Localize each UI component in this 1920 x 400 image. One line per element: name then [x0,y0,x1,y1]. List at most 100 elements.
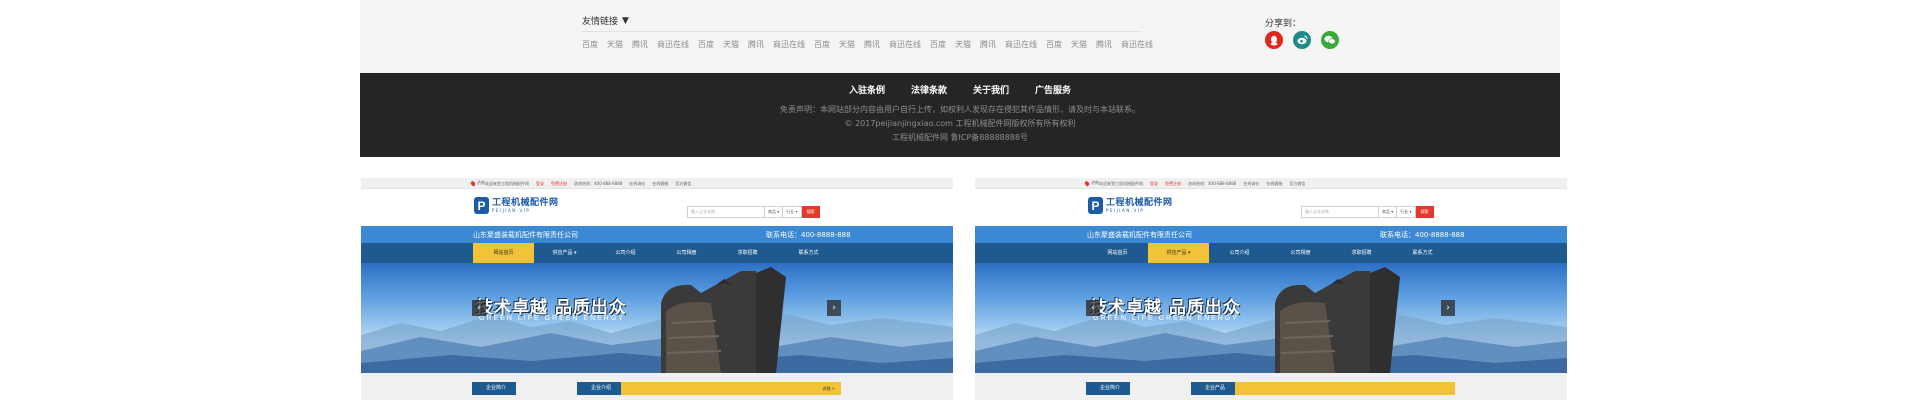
banner-prev-arrow[interactable]: ‹ [472,300,486,316]
search-bar: 输入企业名称 商品 ▾ 行业 ▾ 搜索 [687,206,820,218]
footer-nav-link[interactable]: 入驻条例 [849,83,885,96]
tab-company-detail[interactable]: 企业介绍 [577,382,622,395]
company-name: 山东聚盛装载机配件有限责任公司 [473,231,578,239]
tab-company-intro[interactable]: 企业简介 [472,382,517,395]
friend-link[interactable]: 百度 [930,39,946,50]
topbar-link[interactable]: 在线客服 [1266,181,1282,187]
mountain-scenery [361,267,953,373]
friend-link[interactable]: 商迅在线 [1121,39,1153,50]
city-selector[interactable]: 济南 [469,179,485,187]
search-bar: 输入企业名称 商品 ▾ 行业 ▾ 搜索 [1301,206,1434,218]
page: 友情链接 ▼ 百度 天猫 腾讯 商迅在线 百度 天猫 腾讯 商迅在线 百度 天猫 腾讯 商迅在线 百度天… [0,0,1920,400]
nav-item[interactable]: 供应产品 ▾ [1148,243,1209,263]
nav-item[interactable]: 求职招聘 [1331,243,1392,263]
friend-link[interactable]: 天猫 [607,39,623,50]
friend-link[interactable]: 商迅在线 [773,39,805,50]
topbar-link[interactable]: 在线客服 [652,181,668,187]
search-industry-select[interactable]: 行业 ▾ [1397,206,1416,218]
search-type-select[interactable]: 商品 ▾ [1379,206,1398,218]
tab-company-detail[interactable]: 企业产品 [1191,382,1236,395]
footer-icp: 工程机械配件网 鲁ICP备88888888号 [891,133,1029,142]
nav-item[interactable]: 网站首页 [1087,243,1148,263]
topbar-link: 欢迎来到工程机械配件网 [485,181,529,186]
tab-strip: 企业产品 [1191,382,1455,395]
weibo-icon[interactable] [1293,31,1311,49]
topbar-link[interactable]: 免费注册 [551,181,567,187]
company-phone: 联系电话：400-8888-888 [1380,231,1465,239]
topbar-links: 欢迎来到工程机械配件网 登录 免费注册 咨询热线：400-888-8888 在线询价 在线… [485,181,691,187]
company-band: 山东聚盛装载机配件有限责任公司 联系电话：400-8888-888 [361,226,953,243]
city-label: 济南 [477,180,485,185]
logo-text: 工程机械配件网 PEIJIAN.VIP [1106,198,1173,214]
logo-text: 工程机械配件网 PEIJIAN.VIP [492,198,559,214]
friend-link[interactable]: 商迅在线 [1005,39,1037,50]
topbar-links: 欢迎来到工程机械配件网 登录 免费注册 咨询热线：400-888-8888 在线询价 在线… [1099,181,1305,187]
friend-link[interactable]: 商迅在线 [889,39,921,50]
friend-link[interactable]: 百度 [1046,39,1062,50]
search-input[interactable]: 输入企业名称 [687,206,765,218]
search-button[interactable]: 搜索 [801,206,820,218]
search-type-select[interactable]: 商品 ▾ [765,206,784,218]
banner-prev-arrow[interactable]: ‹ [1086,300,1100,316]
friend-link[interactable]: 商迅在线 [657,39,689,50]
topbar-link[interactable]: 免费注册 [1165,181,1181,187]
footer-nav-link[interactable]: 法律条款 [911,83,947,96]
friend-link[interactable]: 天猫 [1071,39,1087,50]
qq-icon[interactable] [1265,31,1283,49]
company-name: 山东聚盛装载机配件有限责任公司 [1087,231,1192,239]
city-selector[interactable]: 济南 [1083,179,1099,187]
topbar-link[interactable]: 登录 [1150,181,1158,187]
topbar-link[interactable]: 官方微信 [1289,181,1305,187]
topbar-link[interactable]: 登录 [536,181,544,187]
nav-item[interactable]: 供应产品 ▾ [534,243,595,263]
more-link[interactable]: 详细 > [822,382,835,395]
nav-item[interactable]: 公司相册 [656,243,717,263]
friend-link[interactable]: 天猫 [723,39,739,50]
footer-nav: 入驻条例 法律条款 关于我们 广告服务 [360,83,1560,96]
friend-links-dropdown[interactable]: 友情链接 ▼ [582,14,629,28]
friend-link[interactable]: 百度 [814,39,830,50]
banner-next-arrow[interactable]: › [1441,300,1455,316]
nav-item[interactable]: 联系方式 [1392,243,1453,263]
nav-item[interactable]: 公司介绍 [1209,243,1270,263]
location-pin-icon [469,179,477,187]
friend-link[interactable]: 天猫 [839,39,855,50]
topbar-link[interactable]: 官方微信 [675,181,691,187]
friend-link[interactable]: 腾讯 [748,39,764,50]
friend-link[interactable]: 天猫 [955,39,971,50]
preview-topbar: 济南 欢迎来到工程机械配件网 登录 免费注册 咨询热线：400-888-8888 在线询价… [361,178,953,189]
friend-link[interactable]: 腾讯 [1096,39,1112,50]
preview-header: P 工程机械配件网 PEIJIAN.VIP 输入企业名称 商品 ▾ 行业 ▾ 搜索 [975,189,1567,226]
banner-next-arrow[interactable]: › [827,300,841,316]
friend-link[interactable]: 腾讯 [980,39,996,50]
footer-disclaimer: 免责声明：本网站部分内容由用户自行上传，如权利人发现存在侵犯其作品情形，请及时与… [780,105,1140,114]
nav-item[interactable]: 公司相册 [1270,243,1331,263]
search-industry-select[interactable]: 行业 ▾ [783,206,802,218]
mountain-scenery [975,267,1567,373]
friend-links-section: 友情链接 ▼ 百度 天猫 腾讯 商迅在线 百度 天猫 腾讯 商迅在线 百度 天猫 腾讯 商迅在线 百度天… [360,0,1560,73]
nav-item[interactable]: 联系方式 [778,243,839,263]
banner-subtitle: GREEN LIFE GREEN ENERGY [1093,315,1239,322]
friend-link[interactable]: 百度 [698,39,714,50]
footer-nav-link[interactable]: 广告服务 [1035,83,1071,96]
friend-link[interactable]: 百度 [582,39,598,50]
search-button[interactable]: 搜索 [1415,206,1434,218]
site-logo[interactable]: P 工程机械配件网 PEIJIAN.VIP [474,197,559,214]
tab-company-intro[interactable]: 企业简介 [1086,382,1131,395]
friend-link[interactable]: 腾讯 [632,39,648,50]
nav-item[interactable]: 求职招聘 [717,243,778,263]
footer-nav-link[interactable]: 关于我们 [973,83,1009,96]
wechat-icon[interactable] [1321,31,1339,49]
nav-item[interactable]: 公司介绍 [595,243,656,263]
company-band: 山东聚盛装载机配件有限责任公司 联系电话：400-8888-888 [975,226,1567,243]
friend-link[interactable]: 腾讯 [864,39,880,50]
site-logo[interactable]: P 工程机械配件网 PEIJIAN.VIP [1088,197,1173,214]
site-footer: 入驻条例 法律条款 关于我们 广告服务 免责声明：本网站部分内容由用户自行上传，如权利… [360,73,1560,157]
nav-item[interactable]: 网站首页 [473,243,534,263]
site-preview-1: 济南 欢迎来到工程机械配件网 登录 免费注册 咨询热线：400-888-8888 在线询价… [361,178,953,400]
topbar-link[interactable]: 在线询价 [1243,181,1259,187]
search-input[interactable]: 输入企业名称 [1301,206,1379,218]
logo-subtitle: PEIJIAN.VIP [1106,207,1145,213]
caret-down-icon: ▼ [622,15,629,26]
topbar-link[interactable]: 在线询价 [629,181,645,187]
